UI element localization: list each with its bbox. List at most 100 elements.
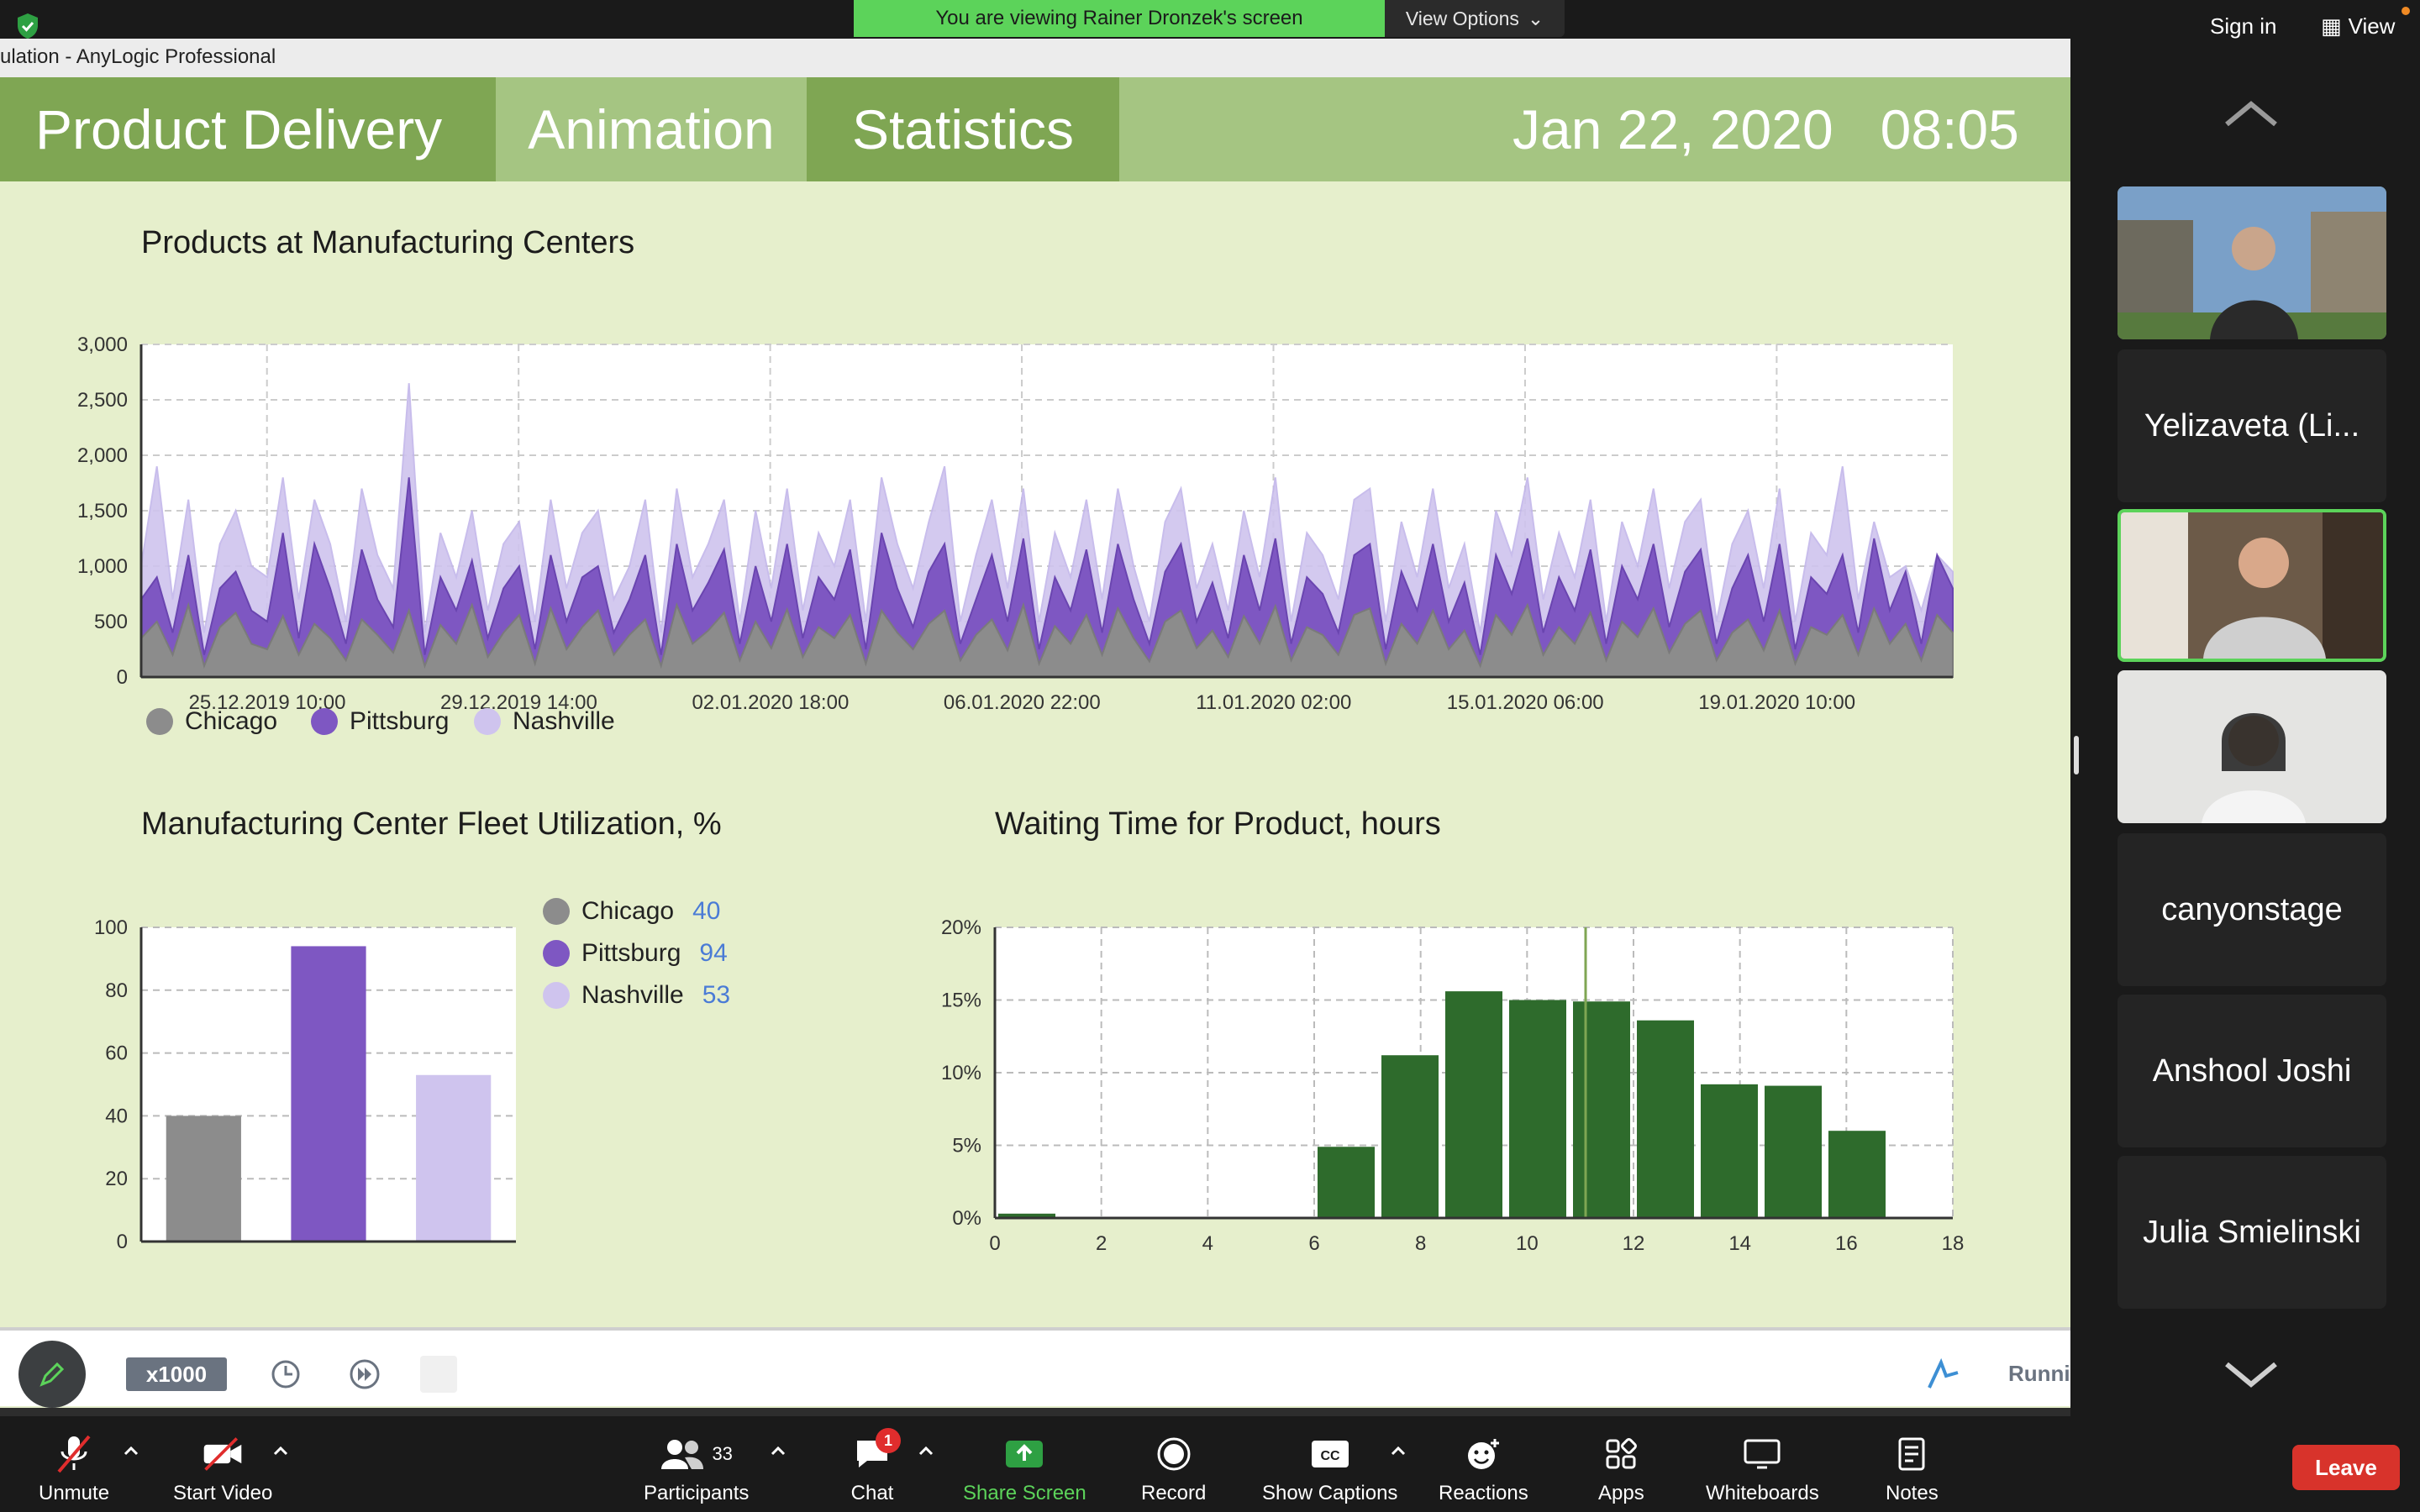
run-status: Runni <box>2008 1361 2070 1386</box>
participant-name: Anshool Joshi <box>2152 1053 2352 1089</box>
reactions-button[interactable]: Reactions <box>1439 1433 1528 1505</box>
chat-label: Chat <box>850 1482 894 1504</box>
y-tick-label: 0% <box>952 1207 981 1230</box>
legend-item-pittsburg[interactable]: Pittsburg <box>311 707 449 736</box>
x-tick-label: 19.01.2020 10:00 <box>1698 691 1855 714</box>
caret-up-icon[interactable] <box>123 1445 139 1457</box>
products-area-chart: 05001,0001,5002,0002,5003,00025.12.2019 … <box>77 333 1954 714</box>
chat-button[interactable]: 1 Chat <box>850 1428 901 1505</box>
show-captions-button[interactable]: CC Show Captions <box>1262 1433 1397 1505</box>
apps-button[interactable]: Apps <box>1598 1433 1644 1505</box>
chart-title-fleet-utilization: Manufacturing Center Fleet Utilization, … <box>141 806 722 842</box>
smiley-plus-icon <box>1468 1439 1500 1469</box>
y-tick-label: 500 <box>94 611 128 633</box>
view-menu-button[interactable]: ▦ View <box>2321 7 2411 39</box>
tab-statistics[interactable]: Statistics <box>807 77 1119 181</box>
histogram-bar <box>1509 1000 1566 1218</box>
legend-dot-nashville <box>474 708 501 735</box>
share-screen-button[interactable]: Share Screen <box>963 1433 1086 1505</box>
gallery-resize-handle[interactable] <box>2074 736 2079 774</box>
histogram-bar <box>1828 1131 1886 1218</box>
leave-button[interactable]: Leave <box>2292 1445 2400 1490</box>
bar-pittsburg <box>291 946 366 1242</box>
legend-item-nashville-util[interactable]: Nashville 53 <box>543 981 730 1010</box>
start-video-button[interactable]: Start Video <box>173 1433 272 1505</box>
histogram-bar <box>1701 1084 1758 1218</box>
clock-add-icon[interactable] <box>267 1354 308 1394</box>
x-tick-label: 15.01.2020 06:00 <box>1447 691 1604 714</box>
caret-up-icon[interactable] <box>918 1445 934 1457</box>
record-button[interactable]: Record <box>1141 1433 1206 1505</box>
caret-up-icon[interactable] <box>770 1445 786 1457</box>
participant-video-image <box>2121 512 2383 659</box>
y-tick-label: 20 <box>105 1168 128 1190</box>
pen-tool-button[interactable] <box>18 1341 86 1408</box>
x-tick-label: 10 <box>1516 1232 1539 1255</box>
pen-icon <box>39 1362 65 1387</box>
microphone-muted-icon <box>57 1435 91 1473</box>
tab-product-delivery[interactable]: Product Delivery <box>0 77 496 181</box>
chevron-up-icon[interactable] <box>2222 97 2281 131</box>
legend-label-nashville: Nashville <box>513 707 615 735</box>
caret-up-icon[interactable] <box>1390 1445 1407 1457</box>
notes-button[interactable]: Notes <box>1886 1433 1939 1505</box>
y-tick-label: 0 <box>117 1231 128 1253</box>
y-tick-label: 0 <box>117 666 128 689</box>
legend-value-pittsburg-util: 94 <box>699 939 728 967</box>
tab-animation[interactable]: Animation <box>496 77 807 181</box>
view-options-label: View Options <box>1405 7 1519 29</box>
x-tick-label: 02.01.2020 18:00 <box>692 691 849 714</box>
legend-item-nashville[interactable]: Nashville <box>474 707 615 736</box>
x-tick-label: 14 <box>1728 1232 1751 1255</box>
chevron-down-icon[interactable] <box>2222 1357 2281 1391</box>
participant-name-tile[interactable]: Yelizaveta (Li... <box>2118 349 2386 502</box>
sign-in-button[interactable]: Sign in <box>2210 13 2277 39</box>
app-toolbar: x1000 Runni <box>0 1327 2070 1408</box>
legend-label-chicago-util: Chicago <box>581 897 675 925</box>
legend-dot-pittsburg <box>311 708 338 735</box>
show-captions-label: Show Captions <box>1262 1482 1398 1504</box>
legend-item-pittsburg-util[interactable]: Pittsburg 94 <box>543 939 728 968</box>
fast-forward-icon[interactable] <box>345 1354 385 1394</box>
x-tick-label: 0 <box>989 1232 1000 1255</box>
participants-icon <box>661 1440 704 1469</box>
participant-gallery: Yelizaveta (Li... canyonstage Anshool Jo… <box>2070 39 2420 1416</box>
active-speaker-tile[interactable] <box>2118 509 2386 662</box>
y-tick-label: 80 <box>105 979 128 1002</box>
histogram-bar <box>1765 1085 1822 1218</box>
y-tick-label: 40 <box>105 1105 128 1127</box>
participants-button[interactable]: 33 Participants <box>644 1433 749 1505</box>
waiting-time-histogram: 0% 5% 10% 15% 20% 0 2 4 6 8 10 12 14 16 18 <box>941 916 1964 1255</box>
participants-count: 33 <box>712 1443 733 1464</box>
participant-name: Julia Smielinski <box>2143 1214 2361 1250</box>
app-header: Product Delivery Animation Statistics Ja… <box>0 77 2070 181</box>
stop-button[interactable] <box>420 1356 457 1393</box>
chevron-down-icon: ⌄ <box>1527 7 1544 29</box>
legend-item-chicago[interactable]: Chicago <box>146 707 277 736</box>
speed-indicator[interactable]: x1000 <box>126 1357 227 1391</box>
participant-video-tile[interactable] <box>2118 670 2386 823</box>
view-options-button[interactable]: View Options ⌄ <box>1385 0 1565 37</box>
x-tick-label: 4 <box>1202 1232 1213 1255</box>
participant-name-tile[interactable]: canyonstage <box>2118 833 2386 986</box>
participant-name: Yelizaveta (Li... <box>2144 407 2360 444</box>
caret-up-icon[interactable] <box>272 1445 289 1457</box>
histogram-bar <box>1637 1020 1694 1218</box>
y-tick-label: 5% <box>952 1135 981 1158</box>
security-shield-icon[interactable] <box>15 12 40 40</box>
reactions-label: Reactions <box>1439 1482 1528 1504</box>
viewing-screen-banner: You are viewing Rainer Dronzek's screen <box>854 0 1385 37</box>
unmute-button[interactable]: Unmute <box>39 1433 109 1505</box>
histogram-bar <box>1445 991 1502 1218</box>
participant-name-tile[interactable]: Anshool Joshi <box>2118 995 2386 1147</box>
app-window-title: ulation - AnyLogic Professional <box>0 39 2070 77</box>
participant-video-tile[interactable] <box>2118 186 2386 339</box>
participant-name-tile[interactable]: Julia Smielinski <box>2118 1156 2386 1309</box>
participants-label: Participants <box>644 1482 750 1504</box>
legend-item-chicago-util[interactable]: Chicago 40 <box>543 897 720 926</box>
bar-nashville <box>416 1074 492 1242</box>
whiteboards-button[interactable]: Whiteboards <box>1706 1433 1819 1505</box>
participant-video-image <box>2118 670 2386 823</box>
legend-label-pittsburg: Pittsburg <box>350 707 450 735</box>
y-tick-label: 3,000 <box>77 333 128 356</box>
